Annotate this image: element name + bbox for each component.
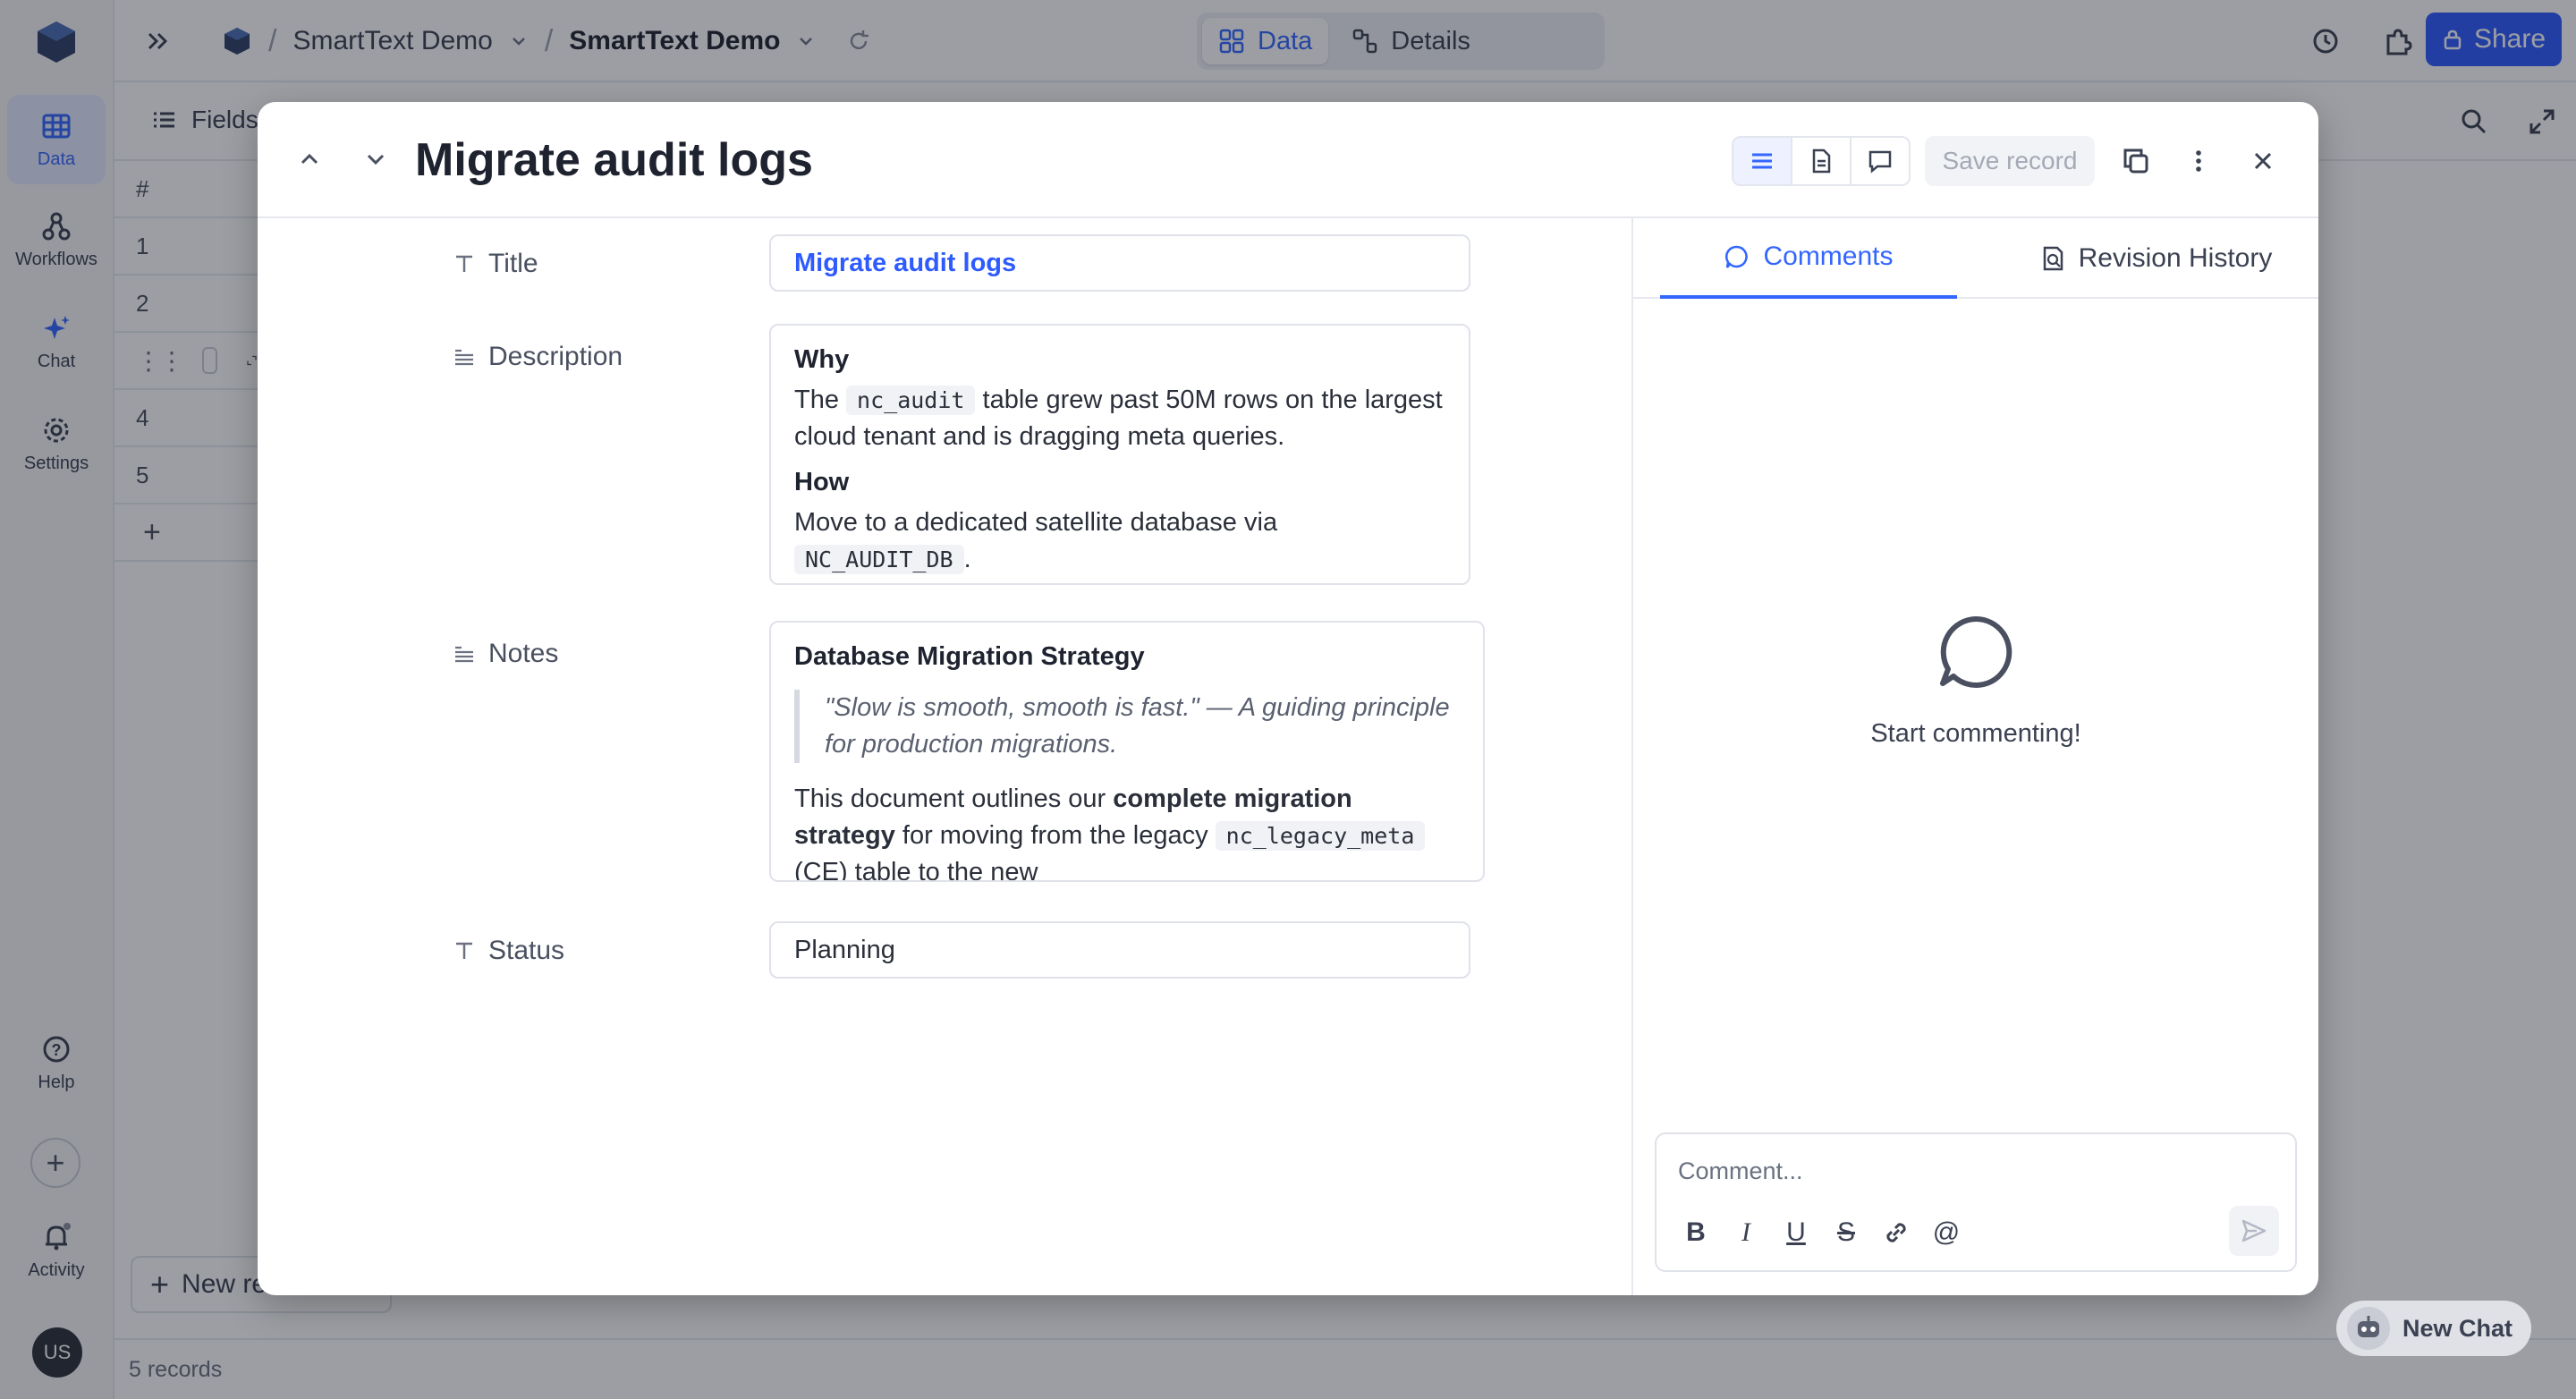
- description-heading-why: Why: [794, 345, 850, 374]
- new-chat-button[interactable]: New Chat: [2336, 1301, 2531, 1356]
- field-label-title: Title: [453, 249, 538, 279]
- italic-icon[interactable]: I: [1728, 1215, 1764, 1251]
- comment-bubble-icon: [1940, 615, 2012, 688]
- inline-code: nc_legacy_meta: [1215, 821, 1426, 851]
- text-type-icon: [456, 942, 472, 959]
- comment-icon: [1725, 245, 1749, 268]
- field-label-status: Status: [453, 936, 564, 966]
- mention-icon[interactable]: @: [1928, 1215, 1964, 1251]
- notes-blockquote: "Slow is smooth, smooth is fast." — A gu…: [794, 690, 1460, 763]
- tab-label: Comments: [1763, 242, 1894, 271]
- title-field[interactable]: Migrate audit logs: [769, 234, 1470, 292]
- description-paragraph: The nc_audit table grew past 50M rows on…: [794, 386, 1443, 451]
- send-comment-button[interactable]: [2229, 1206, 2279, 1256]
- more-vertical-icon[interactable]: [2182, 145, 2215, 177]
- list-icon: [1752, 153, 1772, 169]
- text-type-icon: [456, 255, 472, 272]
- strikethrough-icon[interactable]: S: [1828, 1215, 1864, 1251]
- tab-label: Revision History: [2078, 243, 2273, 273]
- field-label-notes: Notes: [453, 639, 558, 669]
- notes-field[interactable]: Database Migration Strategy "Slow is smo…: [769, 621, 1485, 882]
- record-view-toggle: [1732, 136, 1911, 186]
- side-tabs: Comments Revision History: [1633, 218, 2318, 299]
- comments-panel: Comments Revision History Start commenti…: [1631, 218, 2318, 1295]
- record-fields: Title Migrate audit logs Description Why…: [258, 218, 1631, 1295]
- send-icon: [2241, 1219, 2267, 1242]
- description-heading-how: How: [794, 468, 850, 496]
- chevron-up-icon[interactable]: [292, 141, 327, 177]
- long-text-icon: [455, 349, 473, 366]
- inline-code: NC_AUDIT_DB: [794, 545, 964, 574]
- new-chat-label: New Chat: [2402, 1314, 2513, 1342]
- link-icon[interactable]: [1878, 1215, 1914, 1251]
- comment-composer[interactable]: Comment... B I U S @: [1655, 1132, 2297, 1272]
- record-title: Migrate audit logs: [415, 134, 813, 186]
- comments-empty-state: Start commenting!: [1633, 612, 2318, 749]
- fields-view-button[interactable]: [1733, 138, 1792, 184]
- revision-history-icon: [2043, 246, 2063, 271]
- bold-icon[interactable]: B: [1678, 1215, 1714, 1251]
- field-label-text: Description: [488, 342, 623, 371]
- document-icon: [1812, 148, 1831, 174]
- notes-heading: Database Migration Strategy: [794, 642, 1145, 671]
- expanded-record-modal: Migrate audit logs Save record Title Mig…: [258, 102, 2318, 1295]
- field-label-text: Status: [488, 936, 565, 965]
- copy-icon[interactable]: [2120, 145, 2152, 177]
- field-label-text: Notes: [488, 639, 559, 668]
- notes-paragraph: This document outlines our complete migr…: [794, 781, 1460, 880]
- empty-state-text: Start commenting!: [1870, 719, 2081, 748]
- tab-comments[interactable]: Comments: [1660, 218, 1957, 299]
- comment-icon: [1868, 150, 1892, 174]
- document-view-button[interactable]: [1792, 138, 1852, 184]
- tab-revision-history[interactable]: Revision History: [1995, 218, 2317, 299]
- assistant-avatar-icon: [2347, 1307, 2390, 1350]
- comment-input[interactable]: Comment...: [1678, 1157, 1803, 1185]
- close-icon[interactable]: [2247, 145, 2279, 177]
- inline-code: nc_audit: [846, 386, 976, 415]
- field-label-description: Description: [453, 342, 623, 372]
- long-text-icon: [455, 646, 473, 663]
- save-record-button[interactable]: Save record: [1925, 136, 2095, 186]
- status-field[interactable]: Planning: [769, 921, 1470, 979]
- description-paragraph: Move to a dedicated satellite database v…: [794, 508, 1278, 574]
- description-field[interactable]: Why The nc_audit table grew past 50M row…: [769, 324, 1470, 585]
- chevron-down-icon[interactable]: [358, 141, 394, 177]
- underline-icon[interactable]: U: [1778, 1215, 1814, 1251]
- field-label-text: Title: [488, 249, 538, 278]
- modal-header: Migrate audit logs Save record: [258, 102, 2318, 218]
- comments-view-button[interactable]: [1852, 138, 1909, 184]
